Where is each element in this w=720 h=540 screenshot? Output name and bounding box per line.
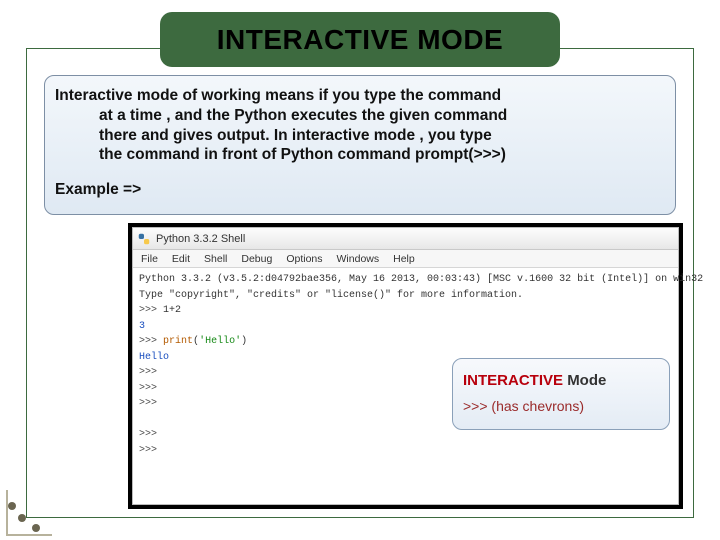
description-text: Interactive mode of working means if you… (55, 86, 659, 165)
empty-prompt-5: >>> (139, 443, 672, 459)
output-line-1: 3 (139, 319, 672, 335)
input-line-1: >>> 1+2 (139, 303, 672, 319)
slide-title: INTERACTIVE MODE (160, 12, 560, 67)
desc-line2: at a time , and the Python executes the … (99, 106, 659, 126)
input-1: 1+2 (163, 305, 181, 316)
banner-line-2: Type "copyright", "credits" or "license(… (139, 288, 672, 304)
window-titlebar: Python 3.3.2 Shell (133, 228, 678, 250)
prompt-2: >>> (139, 336, 157, 347)
callout-box: INTERACTIVE Mode >>> (has chevrons) (452, 358, 670, 430)
example-label: Example => (55, 181, 659, 199)
print-string: 'Hello' (199, 336, 241, 347)
banner-line-1: Python 3.3.2 (v3.5.2:d04792bae356, May 1… (139, 272, 672, 288)
prompt-1: >>> (139, 305, 157, 316)
menubar: File Edit Shell Debug Options Windows He… (133, 250, 678, 268)
deco-dot (18, 514, 26, 522)
slide-title-text: INTERACTIVE MODE (217, 24, 503, 56)
callout-strong: INTERACTIVE (463, 372, 563, 389)
python-icon (137, 232, 151, 246)
menu-file[interactable]: File (141, 253, 158, 265)
callout-line1: INTERACTIVE Mode (463, 369, 659, 392)
deco-dot (32, 524, 40, 532)
menu-shell[interactable]: Shell (204, 253, 227, 265)
desc-line4: the command in front of Python command p… (99, 145, 659, 165)
window-title-text: Python 3.3.2 Shell (156, 233, 245, 245)
menu-edit[interactable]: Edit (172, 253, 190, 265)
description-box: Interactive mode of working means if you… (44, 75, 676, 215)
menu-options[interactable]: Options (286, 253, 322, 265)
shell-body: Python 3.3.2 (v3.5.2:d04792bae356, May 1… (133, 268, 678, 504)
callout-mode: Mode (567, 372, 606, 389)
corner-decoration (6, 492, 50, 536)
callout-line2: >>> (has chevrons) (463, 396, 659, 418)
desc-line1: Interactive mode of working means if you… (55, 87, 501, 104)
deco-dot (8, 502, 16, 510)
screenshot-frame: Python 3.3.2 Shell File Edit Shell Debug… (128, 223, 683, 509)
print-keyword: print (163, 336, 193, 347)
input-line-2: >>> print('Hello') (139, 334, 672, 350)
python-shell-window: Python 3.3.2 Shell File Edit Shell Debug… (132, 227, 679, 505)
menu-debug[interactable]: Debug (241, 253, 272, 265)
menu-help[interactable]: Help (393, 253, 415, 265)
menu-windows[interactable]: Windows (337, 253, 380, 265)
desc-line3: there and gives output. In interactive m… (99, 126, 659, 146)
